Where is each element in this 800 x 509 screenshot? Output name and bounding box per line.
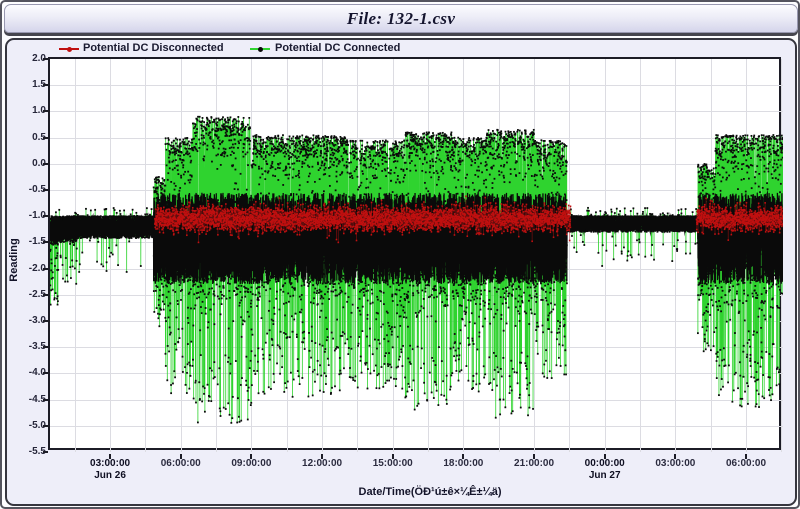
x-tick-label: 03:00:00 [75,458,145,469]
y-tick-mark [43,58,48,60]
y-tick-label: -4.0 [12,367,46,378]
plot-area [48,57,781,450]
y-tick-mark [43,294,48,296]
y-tick-mark [43,110,48,112]
x-tick-label: Jun 27 [570,470,640,481]
chart-panel: Potential DC Disconnected Potential DC C… [5,38,797,506]
y-tick-label: -5.5 [12,446,46,457]
y-tick-mark [43,241,48,243]
x-tick-label: 15:00:00 [358,458,428,469]
x-axis-title: Date/Time(ÖÐ¹ú±ê×¼Ê±¼ä) [300,486,560,500]
y-tick-mark [43,215,48,217]
y-tick-label: 0.0 [12,158,46,169]
y-tick-label: 1.5 [12,79,46,90]
y-tick-label: -3.5 [12,341,46,352]
y-tick-label: -4.5 [12,394,46,405]
y-tick-label: -1.5 [12,236,46,247]
x-tick-label: 06:00:00 [711,458,781,469]
title-bar: File: 132-1.csv [4,4,798,33]
y-tick-mark [43,320,48,322]
y-tick-mark [43,372,48,374]
y-tick-mark [43,163,48,165]
y-tick-label: 2.0 [12,53,46,64]
y-tick-label: 1.0 [12,105,46,116]
legend-line-marker-disconnected-icon [59,48,79,50]
y-tick-mark [43,425,48,427]
y-tick-mark [43,189,48,191]
y-tick-mark [43,84,48,86]
y-tick-mark [43,451,48,453]
legend-label-disconnected: Potential DC Disconnected [83,42,224,54]
y-tick-label: -2.5 [12,289,46,300]
legend-label-connected: Potential DC Connected [275,42,400,54]
plot-canvas[interactable] [50,59,783,452]
x-tick-label: 03:00:00 [640,458,710,469]
y-tick-label: -1.0 [12,210,46,221]
x-tick-label: 00:00:00 [570,458,640,469]
file-title: File: 132-1.csv [347,9,455,29]
x-tick-label: 06:00:00 [146,458,216,469]
y-tick-label: 0.5 [12,132,46,143]
legend-line-marker-connected-icon [250,48,270,50]
y-tick-mark [43,137,48,139]
y-tick-label: -3.0 [12,315,46,326]
y-tick-mark [43,399,48,401]
x-tick-label: 21:00:00 [499,458,569,469]
y-tick-label: -2.0 [12,263,46,274]
app-window: File: 132-1.csv Potential DC Disconnecte… [0,0,800,509]
legend: Potential DC Disconnected Potential DC C… [7,41,795,57]
x-tick-label: 12:00:00 [287,458,357,469]
x-tick-label: 18:00:00 [428,458,498,469]
x-tick-label: 09:00:00 [216,458,286,469]
x-tick-label: Jun 26 [75,470,145,481]
y-tick-mark [43,268,48,270]
y-tick-label: -5.0 [12,420,46,431]
y-tick-label: -0.5 [12,184,46,195]
y-tick-mark [43,346,48,348]
